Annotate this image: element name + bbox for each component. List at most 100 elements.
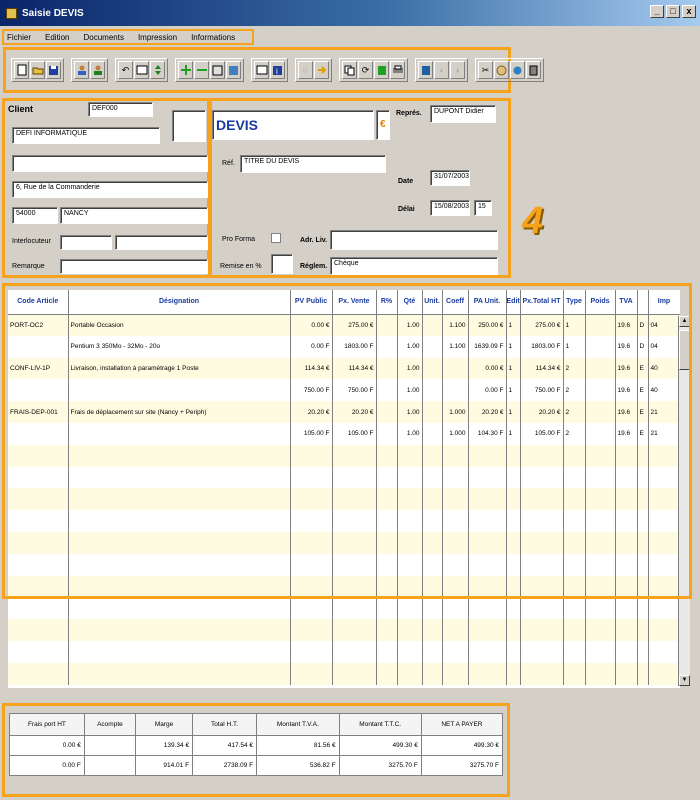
client-code-field[interactable]: DEF000 [88,102,153,117]
table-cell[interactable] [442,597,469,620]
sort-icon[interactable] [150,61,165,79]
table-cell[interactable] [563,619,586,641]
currency-field[interactable]: € [376,110,390,140]
client-city-field[interactable]: NANCY [60,207,208,224]
disabled-icon[interactable]: ○ [298,61,313,79]
payment-field[interactable]: Chèque [330,257,498,275]
table-cell[interactable] [68,619,291,641]
nav-prev-icon[interactable]: ‹ [434,61,449,79]
table-cell[interactable] [585,640,616,663]
menu-edition[interactable]: Edition [45,33,69,42]
table-cell[interactable] [422,597,443,620]
table-row[interactable] [8,662,680,685]
book-icon[interactable] [418,61,433,79]
table-cell[interactable] [585,619,616,641]
insert-icon[interactable] [210,61,225,79]
table-cell[interactable] [520,662,564,685]
table-cell[interactable] [615,619,638,641]
table-cell[interactable] [422,619,443,641]
info-icon[interactable]: i [270,61,285,79]
table-cell[interactable] [648,640,680,663]
settings-icon[interactable] [510,61,525,79]
date-field[interactable]: 31/07/2003 [430,170,470,186]
table-cell[interactable] [563,640,586,663]
table-cell[interactable] [585,662,616,685]
document-type-field[interactable]: DEVIS [212,110,374,140]
table-cell[interactable] [520,597,564,620]
delivery-field[interactable] [330,230,498,250]
table-cell[interactable] [442,619,469,641]
table-cell[interactable] [376,597,398,620]
user-import-icon[interactable] [74,61,89,79]
table-cell[interactable] [332,619,377,641]
table-row[interactable] [8,597,680,620]
table-cell[interactable] [397,662,423,685]
delay-days-field[interactable]: 15 [474,200,492,216]
menu-fichier[interactable]: Fichier [7,33,31,42]
table-cell[interactable] [290,662,333,685]
table-cell[interactable] [332,640,377,663]
table-cell[interactable] [442,662,469,685]
table-cell[interactable] [68,640,291,663]
table-cell[interactable] [397,597,423,620]
menu-informations[interactable]: Informations [191,33,235,42]
table-cell[interactable] [563,597,586,620]
client-extra-field[interactable] [172,110,206,142]
table-cell[interactable] [520,640,564,663]
open-folder-icon[interactable] [30,61,45,79]
table-cell[interactable] [290,640,333,663]
cut-icon[interactable]: ✂ [478,61,493,79]
edit-icon[interactable] [134,61,149,79]
table-cell[interactable] [68,597,291,620]
remove-line-icon[interactable] [194,61,209,79]
table-cell[interactable] [506,597,521,620]
table-cell[interactable] [422,640,443,663]
table-cell[interactable] [468,662,507,685]
discount-field[interactable] [271,254,293,274]
list-icon[interactable] [226,61,241,79]
table-cell[interactable] [290,597,333,620]
menu-documents[interactable]: Documents [83,33,123,42]
table-cell[interactable] [442,640,469,663]
table-cell[interactable] [332,597,377,620]
table-cell[interactable] [468,619,507,641]
add-line-icon[interactable] [178,61,193,79]
table-cell[interactable] [468,640,507,663]
proforma-checkbox[interactable] [271,233,281,243]
table-cell[interactable] [8,619,69,641]
new-doc-icon[interactable] [14,61,29,79]
table-cell[interactable] [615,597,638,620]
arrow-icon[interactable] [314,61,329,79]
print-icon[interactable] [390,61,405,79]
client-address1-field[interactable] [12,155,208,172]
interlocutor-detail-field[interactable] [115,235,208,250]
table-cell[interactable] [520,619,564,641]
scroll-down-icon[interactable]: ▼ [679,675,690,686]
table-cell[interactable] [637,662,649,685]
client-name-field[interactable]: DEFI INFORMATIQUE [12,127,160,144]
table-cell[interactable] [8,662,69,685]
table-cell[interactable] [506,662,521,685]
table-cell[interactable] [376,640,398,663]
copy-icon[interactable] [342,61,357,79]
table-cell[interactable] [637,597,649,620]
table-cell[interactable] [397,640,423,663]
client-postcode-field[interactable]: 54000 [12,207,58,224]
interlocutor-field[interactable] [60,235,112,250]
table-row[interactable] [8,619,680,641]
table-cell[interactable] [468,597,507,620]
maximize-button[interactable]: □ [666,5,680,18]
calc-icon[interactable] [374,61,389,79]
table-cell[interactable] [8,597,69,620]
table-cell[interactable] [422,662,443,685]
close-button[interactable]: x [682,5,696,18]
table-cell[interactable] [648,662,680,685]
minimize-button[interactable]: _ [650,5,664,18]
delay-date-field[interactable]: 15/08/2003 [430,200,470,216]
table-cell[interactable] [637,640,649,663]
table-cell[interactable] [585,597,616,620]
exit-icon[interactable] [526,61,541,79]
nav-next-icon[interactable]: › [450,61,465,79]
table-cell[interactable] [506,640,521,663]
remark-field[interactable] [60,259,208,274]
